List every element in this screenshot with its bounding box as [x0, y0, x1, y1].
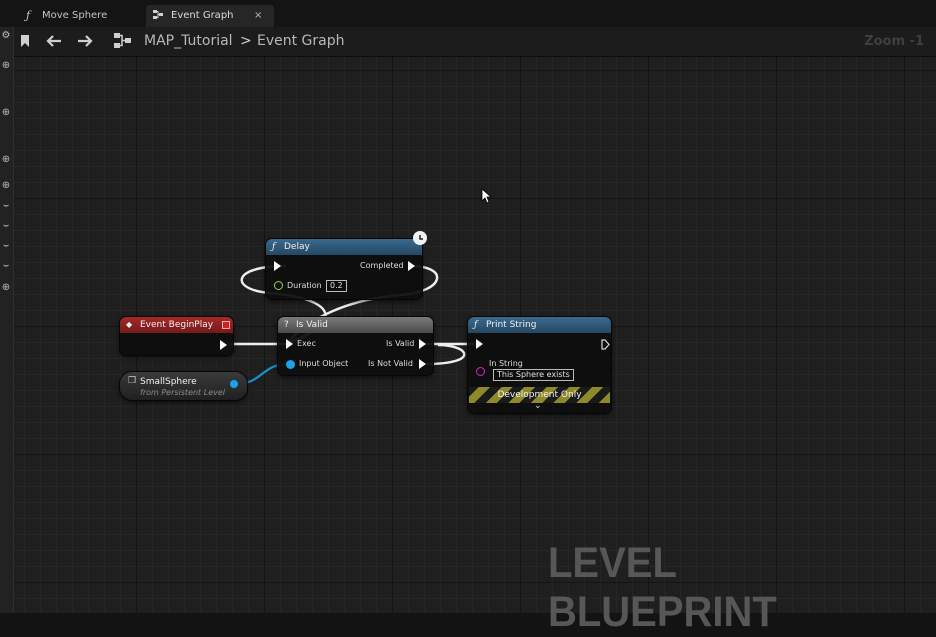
completed-pin-label: Completed — [360, 261, 404, 270]
event-beginplay-node[interactable]: ◆ Event BeginPlay — [120, 317, 233, 355]
delegate-pin[interactable] — [222, 321, 230, 329]
is-valid-exec-out-pin[interactable] — [419, 339, 426, 349]
collapse-arrow-icon[interactable]: ⌣ — [0, 220, 12, 231]
add-circle-icon[interactable]: ⊕ — [0, 60, 12, 71]
input-object-pin-label: Input Object — [299, 359, 349, 368]
print-string-node[interactable]: ƒ Print String In String This Sphere exi… — [468, 317, 611, 413]
small-sphere-reference-node[interactable]: ❒ SmallSphere from Persistent Level — [120, 372, 247, 400]
add-circle-icon[interactable]: ⊕ — [0, 180, 12, 191]
is-valid-exec-in-pin[interactable] — [286, 339, 293, 349]
exec-pin-label: Exec — [297, 339, 316, 348]
delay-node-header[interactable]: ƒ Delay — [266, 239, 422, 255]
collapse-arrow-icon[interactable]: ⌣ — [0, 260, 12, 271]
delay-exec-in-pin[interactable] — [274, 261, 281, 271]
collapse-arrow-icon[interactable]: ⌣ — [0, 200, 12, 211]
left-toolbar: ⚙ ⊕ ⊕ ⊕ ⊕ ⌣ ⌣ ⌣ ⌣ ⊕ — [0, 27, 14, 613]
add-circle-icon[interactable]: ⊕ — [0, 154, 12, 165]
completed-exec-pin[interactable] — [408, 261, 415, 271]
close-tab-button[interactable]: × — [254, 5, 262, 27]
event-beginplay-header[interactable]: ◆ Event BeginPlay — [120, 317, 233, 333]
add-circle-icon[interactable]: ⊕ — [0, 282, 12, 293]
function-icon: ƒ — [474, 320, 478, 330]
collapse-arrow-icon[interactable]: ⌣ — [0, 240, 12, 251]
is-not-valid-pin-label: Is Not Valid — [368, 359, 413, 368]
in-string-value-input[interactable]: This Sphere exists — [493, 369, 574, 381]
delay-title: Delay — [284, 242, 310, 252]
graph-icon — [114, 27, 134, 56]
graph-navigation-bar: MAP_Tutorial > Event Graph Zoom -1 — [14, 27, 936, 57]
is-not-valid-exec-out-pin[interactable] — [419, 359, 426, 369]
tab-label: Event Graph — [171, 10, 234, 21]
graph-icon — [153, 5, 164, 27]
cube-icon: ❒ — [128, 376, 137, 386]
tab-event-graph[interactable]: Event Graph × — [146, 5, 274, 27]
beginplay-exec-out-pin[interactable] — [220, 340, 227, 350]
breadcrumb-graph[interactable]: Event Graph — [257, 27, 345, 56]
duration-value-input[interactable]: 0.2 — [326, 280, 347, 292]
settings-gear-icon[interactable]: ⚙ — [0, 30, 12, 41]
input-object-pin[interactable] — [286, 360, 295, 369]
question-icon: ? — [284, 320, 289, 330]
event-beginplay-title: Event BeginPlay — [140, 320, 214, 330]
small-sphere-object-out-pin[interactable] — [230, 380, 238, 388]
duration-pin-label: Duration — [287, 281, 322, 290]
function-icon: ƒ — [272, 242, 276, 252]
tab-move-sphere[interactable]: ƒ Move Sphere — [14, 5, 142, 27]
print-string-exec-in-pin[interactable] — [476, 339, 483, 349]
level-blueprint-watermark: LEVEL BLUEPRINT — [548, 539, 777, 636]
is-valid-pin-label: Is Valid — [386, 339, 415, 348]
print-string-exec-out-pin[interactable] — [595, 339, 610, 350]
is-valid-header[interactable]: ? Is Valid — [278, 317, 433, 333]
mouse-cursor-icon — [481, 188, 493, 208]
event-diamond-icon: ◆ — [126, 320, 133, 329]
back-arrow-icon[interactable] — [46, 27, 64, 56]
zoom-level: Zoom -1 — [864, 34, 924, 49]
bookmark-icon[interactable] — [20, 27, 34, 56]
is-valid-node[interactable]: ? Is Valid Exec Is Valid Input Object Is… — [278, 317, 433, 375]
is-valid-title: Is Valid — [296, 320, 328, 330]
expand-chevron-icon[interactable]: ⌄ — [534, 401, 542, 411]
in-string-pin[interactable] — [476, 367, 485, 376]
add-circle-icon[interactable]: ⊕ — [0, 107, 12, 118]
breadcrumb-separator: > — [240, 33, 252, 49]
function-icon: ƒ — [26, 9, 31, 22]
tab-label: Move Sphere — [42, 10, 108, 21]
small-sphere-subtitle: from Persistent Level — [140, 388, 225, 397]
delay-node[interactable]: ƒ Delay Completed Duration 0.2 — [266, 239, 422, 299]
forward-arrow-icon[interactable] — [77, 27, 95, 56]
print-string-title: Print String — [486, 320, 537, 330]
breadcrumb-level[interactable]: MAP_Tutorial — [144, 27, 233, 56]
document-tab-bar: ƒ Move Sphere Event Graph × — [0, 0, 936, 27]
clock-icon — [413, 231, 427, 245]
duration-float-pin[interactable] — [274, 281, 283, 290]
print-string-header[interactable]: ƒ Print String — [468, 317, 611, 333]
